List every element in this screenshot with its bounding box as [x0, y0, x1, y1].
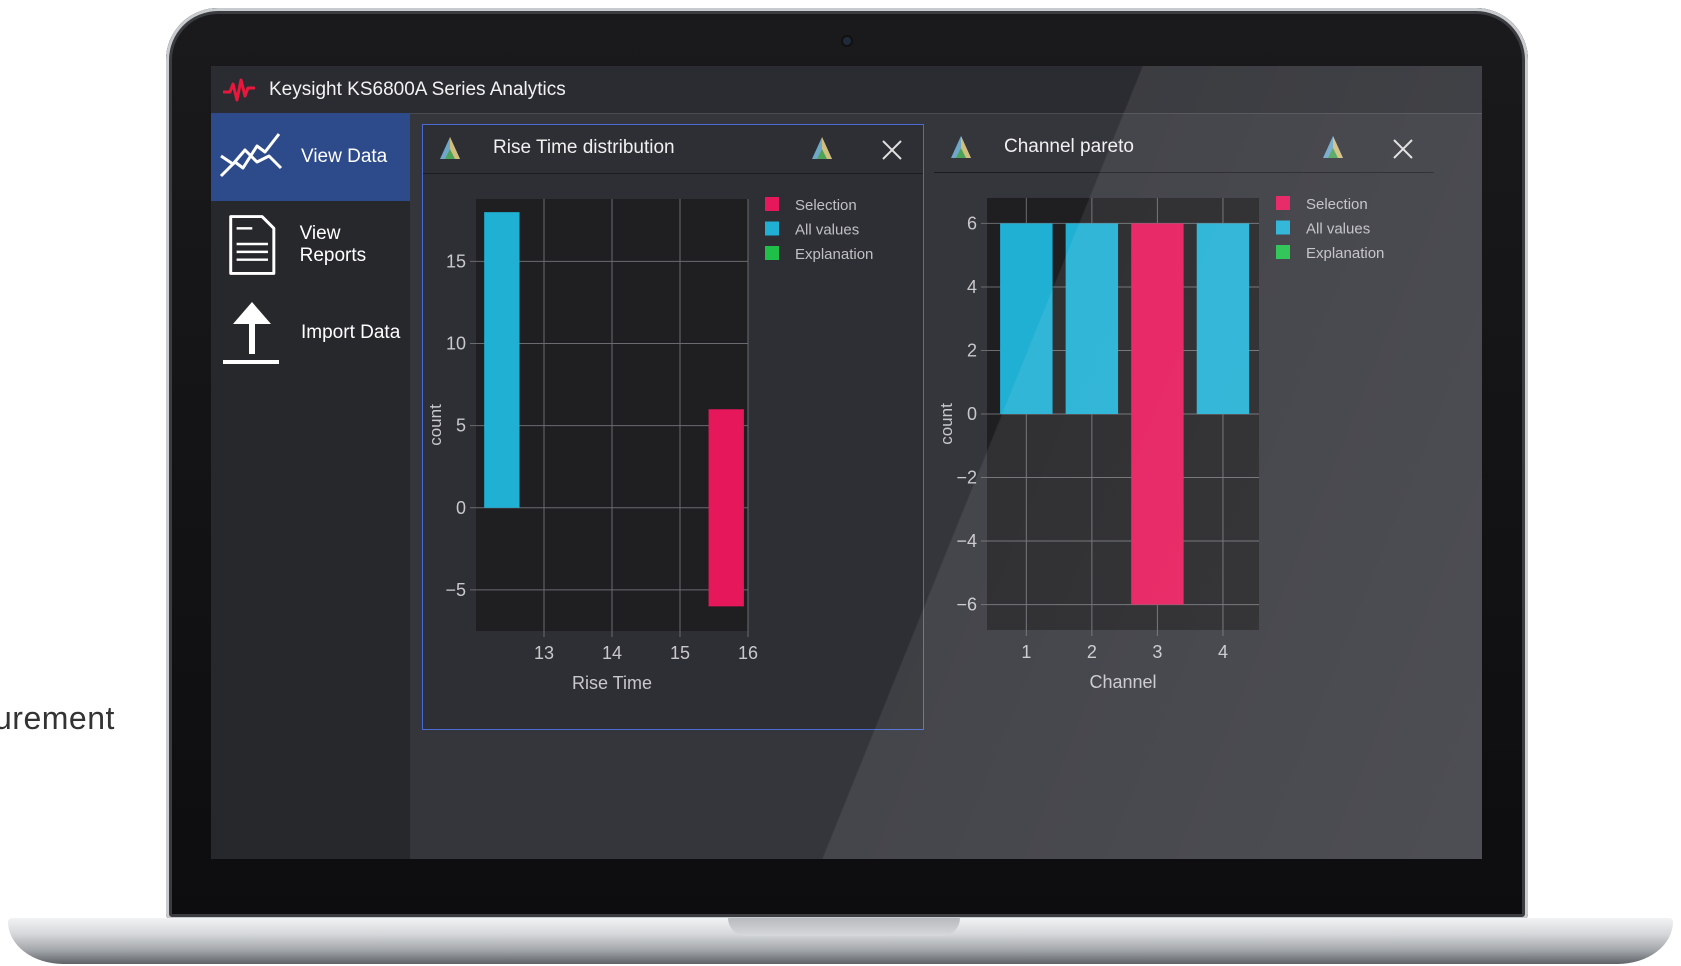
legend-label: Selection [1306, 196, 1368, 213]
sidebar: View Data View Reports Import Data [211, 113, 410, 859]
panel-header: Rise Time distribution [423, 125, 923, 174]
panel-rise-time[interactable]: Rise Time distribution 13 14 15 16 −5 0 5 10 15 R… [422, 124, 924, 730]
line-chart-icon [219, 133, 283, 178]
triangle-icon[interactable] [1320, 134, 1346, 160]
x-tick-label: 16 [738, 643, 758, 663]
y-tick-label: 2 [967, 340, 977, 360]
app-screen: Keysight KS6800A Series Analytics View D… [211, 66, 1482, 859]
y-tick-label: −2 [956, 468, 977, 488]
triangle-icon[interactable] [437, 135, 463, 161]
panel-channel-pareto[interactable]: Channel pareto 1 2 3 4 −6 −4 −2 0 2 4 6 Channel coun… [934, 124, 1434, 728]
legend-label: All values [795, 222, 859, 239]
triangle-icon[interactable] [948, 134, 974, 160]
bar [1131, 223, 1184, 605]
close-icon[interactable] [1392, 138, 1414, 160]
bar [1196, 223, 1250, 414]
y-axis-label: count [937, 403, 956, 445]
x-axis-label: Rise Time [572, 673, 652, 693]
x-tick-label: 1 [1021, 642, 1031, 662]
y-tick-label: 4 [967, 277, 977, 297]
x-axis-label: Channel [1089, 672, 1156, 692]
y-axis-label: count [426, 404, 445, 446]
y-tick-label: −6 [956, 595, 977, 615]
bar [1065, 223, 1119, 414]
x-tick-label: 3 [1152, 642, 1162, 662]
y-tick-label: 5 [456, 416, 466, 436]
x-tick-label: 13 [534, 643, 554, 663]
panel-title: Rise Time distribution [493, 137, 675, 158]
sidebar-item-view-data[interactable]: View Data [211, 113, 410, 201]
y-tick-label: 15 [446, 251, 466, 271]
document-icon [229, 215, 276, 275]
side-caption: urement [0, 700, 115, 736]
x-tick-label: 4 [1218, 642, 1228, 662]
y-tick-label: 10 [446, 334, 466, 354]
close-icon[interactable] [881, 139, 903, 161]
legend-label: Selection [795, 197, 857, 214]
sidebar-item-import-data[interactable]: Import Data [211, 289, 410, 377]
legend-swatch [1276, 220, 1290, 235]
title-bar: Keysight KS6800A Series Analytics [211, 66, 1482, 114]
y-tick-label: 6 [967, 213, 977, 233]
y-tick-label: 0 [456, 498, 466, 518]
panel-header: Channel pareto [934, 124, 1434, 173]
app-title: Keysight KS6800A Series Analytics [269, 78, 566, 100]
sidebar-item-label: Import Data [301, 322, 401, 343]
camera [843, 37, 851, 45]
laptop-notch [728, 918, 960, 936]
panel-title: Channel pareto [1004, 136, 1134, 157]
y-tick-label: 0 [967, 404, 977, 424]
bar [484, 212, 520, 508]
legend-swatch [1276, 245, 1290, 259]
legend-swatch [1276, 196, 1290, 210]
legend-swatch [765, 197, 779, 211]
legend-swatch [765, 246, 779, 260]
triangle-icon[interactable] [809, 135, 835, 161]
bar [1000, 223, 1053, 414]
x-tick-label: 2 [1087, 642, 1097, 662]
upload-icon [223, 302, 279, 364]
sidebar-item-label: View Data [301, 146, 388, 167]
legend-swatch [765, 221, 779, 236]
legend-label: Explanation [1306, 245, 1384, 262]
x-tick-label: 15 [670, 643, 690, 663]
keysight-logo-icon [223, 78, 255, 101]
channel-pareto-chart: 1 2 3 4 −6 −4 −2 0 2 4 6 Channel count Selection All v… [937, 196, 1384, 692]
legend-label: All values [1306, 221, 1370, 238]
y-tick-label: −5 [445, 580, 466, 600]
x-tick-label: 14 [602, 643, 622, 663]
sidebar-item-view-reports[interactable]: View Reports [211, 201, 410, 289]
rise-time-chart: 13 14 15 16 −5 0 5 10 15 Rise Time count Selection A… [426, 197, 873, 693]
legend-label: Explanation [795, 246, 873, 263]
stage: urement Keysight KS6800A Series Analytic… [0, 0, 1681, 966]
bar [708, 409, 744, 607]
y-tick-label: −4 [956, 531, 977, 551]
sidebar-item-label: View Reports [299, 223, 367, 266]
